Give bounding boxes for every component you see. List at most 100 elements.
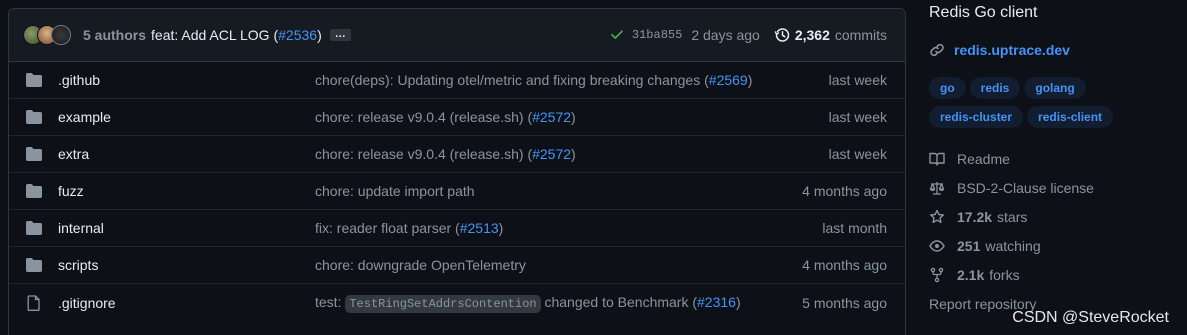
watching-count[interactable]: 251 [957, 238, 980, 254]
forks-link[interactable]: 2.1k forks [929, 267, 1020, 283]
forks-count[interactable]: 2.1k [957, 267, 984, 283]
expand-commit-button[interactable]: … [329, 29, 351, 41]
file-name-link[interactable]: .github [58, 72, 315, 88]
file-commit-date: last week [828, 109, 887, 125]
stars-link[interactable]: 17.2k stars [929, 209, 1027, 225]
commit-time: 2 days ago [691, 27, 760, 43]
file-row[interactable]: example chore: release v9.0.4 (release.sh… [9, 99, 905, 136]
file-commit-date: 5 months ago [802, 294, 887, 311]
watching-link[interactable]: 251 watching [929, 238, 1041, 254]
file-commit-message[interactable]: chore: downgrade OpenTelemetry [315, 257, 802, 273]
file-name-link[interactable]: .gitignore [58, 295, 315, 311]
file-name-link[interactable]: fuzz [58, 183, 315, 199]
file-row[interactable]: extra chore: release v9.0.4 (release.sh) … [9, 136, 905, 173]
file-icon [25, 294, 43, 311]
file-commit-message[interactable]: test: TestRingSetAddrsContention changed… [315, 294, 802, 313]
avatar[interactable] [51, 25, 71, 45]
repo-description: Redis Go client [929, 4, 1038, 21]
file-commit-message[interactable]: fix: reader float parser (#2513) [315, 220, 822, 236]
file-commit-message[interactable]: chore: update import path [315, 183, 802, 199]
history-icon[interactable] [774, 27, 790, 43]
commit-message-end: ) [747, 72, 753, 88]
star-icon [930, 209, 944, 224]
file-commit-date: last week [828, 72, 887, 88]
law-icon [929, 182, 945, 195]
file-row[interactable]: .gitignore test: TestRingSetAddrsContenti… [9, 284, 905, 321]
license-label[interactable]: BSD-2-Clause license [957, 180, 1094, 196]
file-name-link[interactable]: internal [58, 220, 315, 236]
link-icon [930, 43, 944, 57]
commit-message-end: ) [735, 294, 741, 310]
topics-list: go redis golangredis-cluster redis-client [929, 77, 1187, 135]
file-commit-message[interactable]: chore: release v9.0.4 (release.sh) (#257… [315, 109, 829, 125]
commit-message-text[interactable]: changed to Benchmark ( [541, 294, 697, 310]
file-commit-date: 4 months ago [802, 183, 887, 199]
commit-message-text[interactable]: chore: downgrade OpenTelemetry [315, 257, 526, 273]
homepage-url[interactable]: redis.uptrace.dev [954, 42, 1070, 58]
watching-label[interactable]: watching [985, 238, 1040, 254]
topic-golang[interactable]: golang [1024, 77, 1086, 99]
file-name-link[interactable]: extra [58, 146, 315, 162]
file-row[interactable]: internal fix: reader float parser (#2513)… [9, 210, 905, 247]
book-icon [929, 152, 945, 166]
commit-message-end: ) [571, 109, 576, 125]
pr-link[interactable]: #2569 [709, 72, 748, 88]
latest-commit-message[interactable]: feat: Add ACL LOG (#2536) [151, 27, 322, 43]
folder-icon [25, 72, 43, 88]
topic-go[interactable]: go [929, 77, 966, 99]
file-name-link[interactable]: example [58, 109, 315, 125]
commit-message-text[interactable]: chore: release v9.0.4 (release.sh) ( [315, 146, 532, 162]
file-commit-date: last month [822, 220, 887, 236]
topic-redis[interactable]: redis [969, 77, 1021, 99]
commit-message-text[interactable]: feat: Add ACL LOG ( [151, 27, 278, 43]
fork-icon [930, 267, 944, 283]
commit-message-text[interactable]: test: [315, 294, 345, 310]
file-name-link[interactable]: scripts [58, 257, 315, 273]
commit-message-end: ) [498, 220, 504, 236]
folder-icon [25, 109, 43, 125]
commit-message-end: ) [317, 27, 322, 43]
folder-icon [25, 257, 43, 273]
readme-label[interactable]: Readme [957, 151, 1010, 167]
authors-count[interactable]: 5 authors [83, 27, 146, 43]
file-commit-message[interactable]: chore(deps): Updating otel/metric and fi… [315, 72, 829, 88]
watermark: CSDN @SteveRocket [1012, 309, 1169, 326]
commit-message-text[interactable]: chore: update import path [315, 183, 475, 199]
commits-label[interactable]: commits [835, 27, 887, 43]
file-row[interactable]: fuzz chore: update import path 4 months ag… [9, 173, 905, 210]
pr-link[interactable]: #2316 [697, 294, 736, 310]
pr-link[interactable]: #2572 [532, 146, 571, 162]
file-commit-message[interactable]: chore: release v9.0.4 (release.sh) (#257… [315, 146, 829, 162]
commit-pr-link[interactable]: #2536 [278, 27, 317, 43]
inline-code[interactable]: TestRingSetAddrsContention [345, 295, 541, 313]
readme-link[interactable]: Readme [929, 151, 1010, 167]
topic-redis-cluster[interactable]: redis-cluster [929, 106, 1024, 128]
pr-link[interactable]: #2572 [532, 109, 571, 125]
file-row[interactable]: scripts chore: downgrade OpenTelemetry 4 m… [9, 247, 905, 284]
file-browser: 5 authors feat: Add ACL LOG (#2536) … 31… [8, 8, 906, 335]
commit-message-text[interactable]: chore(deps): Updating otel/metric and fi… [315, 72, 709, 88]
author-avatars[interactable] [23, 25, 71, 45]
folder-icon [25, 220, 43, 236]
stars-label[interactable]: stars [997, 209, 1027, 225]
homepage-link[interactable]: redis.uptrace.dev [929, 42, 1070, 58]
license-link[interactable]: BSD-2-Clause license [929, 180, 1094, 196]
file-list: .github chore(deps): Updating otel/metric… [9, 62, 905, 321]
file-row[interactable]: .github chore(deps): Updating otel/metric… [9, 62, 905, 99]
commits-count[interactable]: 2,362 [795, 27, 830, 43]
commit-message-text[interactable]: fix: reader float parser ( [315, 220, 460, 236]
commit-sha-link[interactable]: 31ba855 [632, 28, 682, 42]
stars-count[interactable]: 17.2k [957, 209, 992, 225]
commit-message-text[interactable]: chore: release v9.0.4 (release.sh) ( [315, 109, 532, 125]
commit-message-end: ) [571, 146, 576, 162]
topic-redis-client[interactable]: redis-client [1027, 106, 1114, 128]
file-commit-date: 4 months ago [802, 257, 887, 273]
forks-label[interactable]: forks [989, 267, 1019, 283]
latest-commit-bar: 5 authors feat: Add ACL LOG (#2536) … 31… [9, 9, 905, 62]
folder-icon [25, 146, 43, 162]
eye-icon [929, 240, 945, 252]
check-icon[interactable] [610, 28, 624, 42]
folder-icon [25, 183, 43, 199]
pr-link[interactable]: #2513 [460, 220, 499, 236]
file-commit-date: last week [828, 146, 887, 162]
